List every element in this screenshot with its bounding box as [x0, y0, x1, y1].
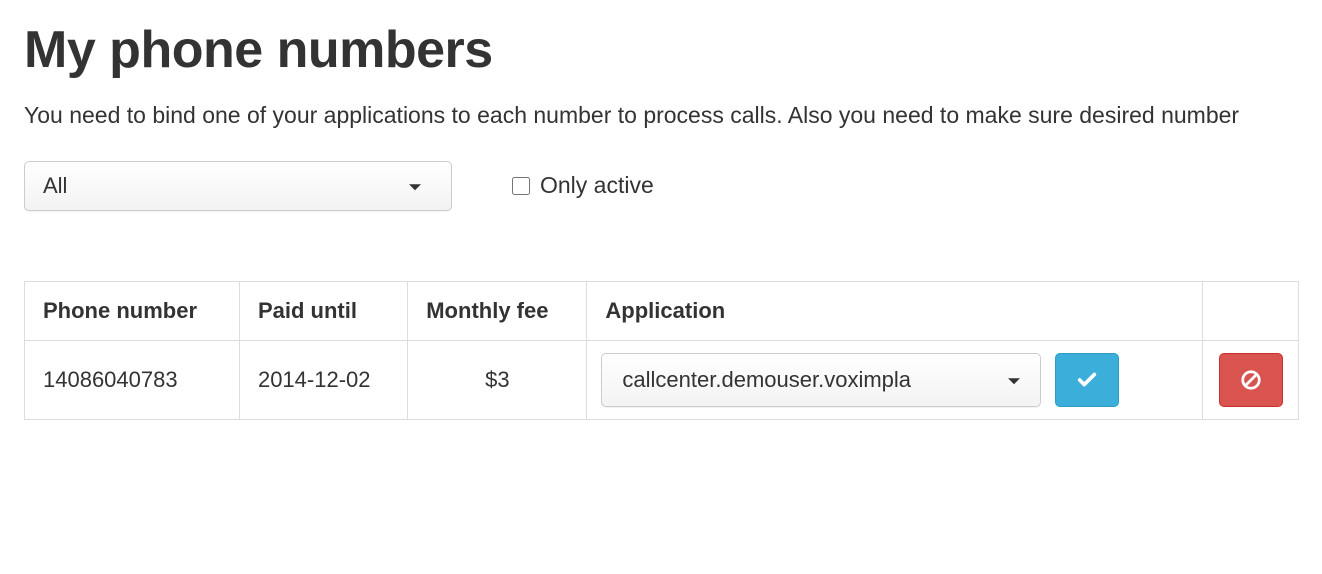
col-header-monthly-fee: Monthly fee: [408, 281, 587, 340]
confirm-button[interactable]: [1055, 353, 1119, 407]
caret-down-icon: [1008, 378, 1020, 384]
col-header-paid-until: Paid until: [239, 281, 407, 340]
filter-dropdown-value: All: [43, 173, 67, 199]
col-header-phone-number: Phone number: [25, 281, 240, 340]
cell-phone-number: 14086040783: [25, 340, 240, 419]
table-row: 14086040783 2014-12-02 $3 callcenter.dem…: [25, 340, 1299, 419]
table-header-row: Phone number Paid until Monthly fee Appl…: [25, 281, 1299, 340]
filters-bar: All Only active: [24, 161, 1298, 211]
cell-monthly-fee: $3: [408, 340, 587, 419]
cell-application: callcenter.demouser.voximpla: [587, 340, 1203, 419]
page-description: You need to bind one of your application…: [24, 98, 1298, 133]
filter-dropdown[interactable]: All: [24, 161, 452, 211]
check-icon: [1076, 369, 1098, 391]
application-dropdown-value: callcenter.demouser.voximpla: [622, 367, 911, 393]
application-dropdown[interactable]: callcenter.demouser.voximpla: [601, 353, 1041, 407]
caret-down-icon: [409, 184, 421, 190]
only-active-filter[interactable]: Only active: [512, 172, 654, 199]
col-header-application: Application: [587, 281, 1203, 340]
phone-numbers-table: Phone number Paid until Monthly fee Appl…: [24, 281, 1299, 420]
delete-button[interactable]: [1219, 353, 1283, 407]
col-header-actions: [1203, 281, 1299, 340]
page-title: My phone numbers: [24, 20, 1298, 80]
only-active-checkbox[interactable]: [512, 177, 530, 195]
cell-paid-until: 2014-12-02: [239, 340, 407, 419]
only-active-label: Only active: [540, 172, 654, 199]
cell-actions: [1203, 340, 1299, 419]
ban-icon: [1240, 369, 1262, 391]
